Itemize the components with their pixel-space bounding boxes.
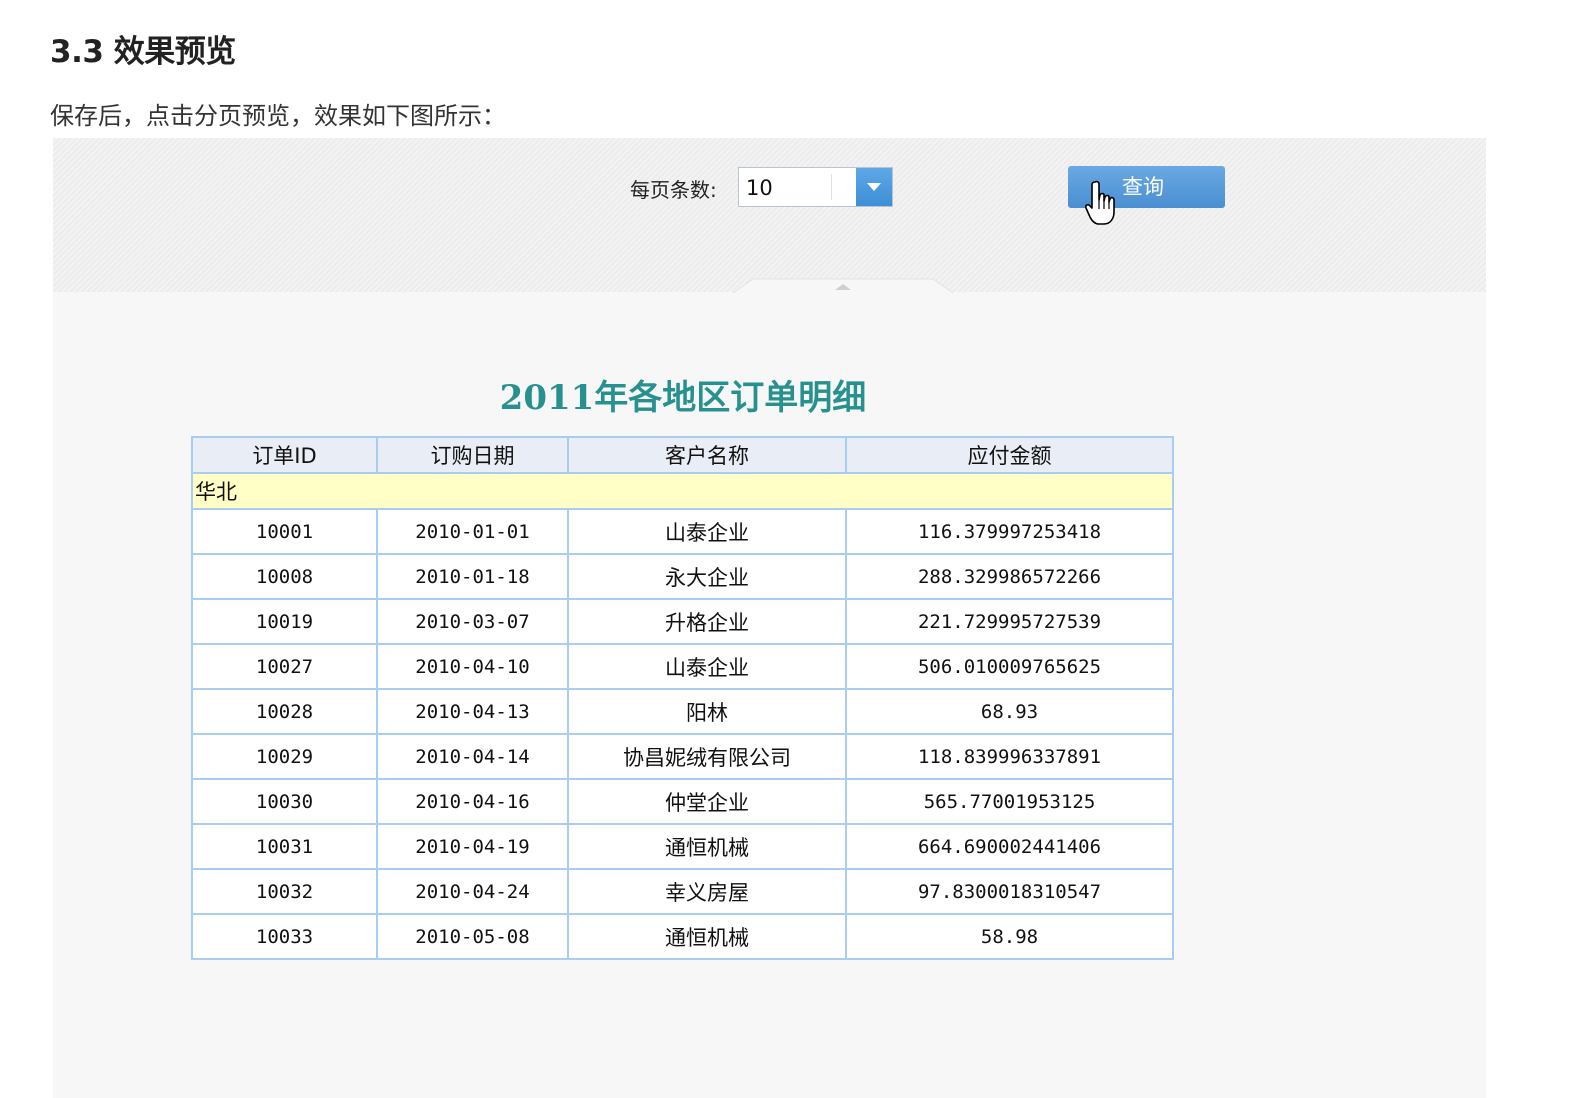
table-cell-date: 2010-04-19 bbox=[376, 823, 569, 870]
table-cell-date: 2010-01-01 bbox=[376, 508, 569, 555]
table-cell-customer: 协昌妮绒有限公司 bbox=[567, 733, 847, 780]
column-header: 客户名称 bbox=[567, 436, 847, 474]
table-row: 10001 2010-01-01 山泰企业 116.379997253418 bbox=[191, 508, 1174, 555]
table-cell-date: 2010-01-18 bbox=[376, 553, 569, 600]
table-cell-id: 10019 bbox=[191, 598, 378, 645]
table-cell-date: 2010-04-10 bbox=[376, 643, 569, 690]
collapse-panel-handle[interactable] bbox=[733, 278, 953, 294]
table-cell-customer: 通恒机械 bbox=[567, 823, 847, 870]
table-cell-id: 10028 bbox=[191, 688, 378, 735]
table-row: 10027 2010-04-10 山泰企业 506.010009765625 bbox=[191, 643, 1174, 690]
table-cell-amount: 565.77001953125 bbox=[845, 778, 1174, 825]
table-cell-customer: 永大企业 bbox=[567, 553, 847, 600]
table-cell-id: 10031 bbox=[191, 823, 378, 870]
table-row: 10019 2010-03-07 升格企业 221.729995727539 bbox=[191, 598, 1174, 645]
table-cell-amount: 116.379997253418 bbox=[845, 508, 1174, 555]
column-header: 订购日期 bbox=[376, 436, 569, 474]
combo-divider bbox=[831, 174, 832, 200]
table-row: 10032 2010-04-24 幸义房屋 97.8300018310547 bbox=[191, 868, 1174, 915]
table-cell-id: 10032 bbox=[191, 868, 378, 915]
report-preview-screenshot: 每页条数: 10 查询 2011年各地区订单明细 订单ID 订购日期 客户名称 bbox=[53, 138, 1486, 1098]
dropdown-arrow-icon[interactable] bbox=[856, 168, 892, 206]
table-cell-amount: 58.98 bbox=[845, 913, 1174, 960]
report-title: 2011年各地区订单明细 bbox=[499, 378, 867, 418]
table-cell-date: 2010-04-14 bbox=[376, 733, 569, 780]
page-size-combobox[interactable]: 10 bbox=[738, 167, 893, 207]
table-cell-customer: 阳林 bbox=[567, 688, 847, 735]
table-cell-id: 10029 bbox=[191, 733, 378, 780]
table-cell-amount: 506.010009765625 bbox=[845, 643, 1174, 690]
table-row: 10028 2010-04-13 阳林 68.93 bbox=[191, 688, 1174, 735]
table-cell-date: 2010-04-16 bbox=[376, 778, 569, 825]
table-cell-date: 2010-05-08 bbox=[376, 913, 569, 960]
table-cell-date: 2010-04-13 bbox=[376, 688, 569, 735]
page-size-value[interactable]: 10 bbox=[746, 176, 773, 200]
table-cell-amount: 97.8300018310547 bbox=[845, 868, 1174, 915]
table-header-row: 订单ID 订购日期 客户名称 应付金额 bbox=[191, 436, 1174, 474]
table-row: 10033 2010-05-08 通恒机械 58.98 bbox=[191, 913, 1174, 960]
query-button-label: 查询 bbox=[1122, 175, 1164, 199]
hand-cursor-icon bbox=[1085, 180, 1115, 225]
parameter-panel: 每页条数: 10 查询 bbox=[53, 138, 1486, 294]
table-row: 10029 2010-04-14 协昌妮绒有限公司 118.839996337891 bbox=[191, 733, 1174, 780]
table-cell-date: 2010-04-24 bbox=[376, 868, 569, 915]
column-header: 应付金额 bbox=[845, 436, 1174, 474]
table-cell-amount: 221.729995727539 bbox=[845, 598, 1174, 645]
table-cell-id: 10030 bbox=[191, 778, 378, 825]
doc-paragraph: 保存后，点击分页预览，效果如下图所示： bbox=[50, 102, 506, 130]
table-cell-id: 10033 bbox=[191, 913, 378, 960]
table-cell-customer: 通恒机械 bbox=[567, 913, 847, 960]
report-table: 订单ID 订购日期 客户名称 应付金额 华北 10001 2010-01-01 山泰… bbox=[191, 436, 1174, 960]
table-cell-customer: 升格企业 bbox=[567, 598, 847, 645]
table-row: 10030 2010-04-16 仲堂企业 565.77001953125 bbox=[191, 778, 1174, 825]
table-cell-id: 10027 bbox=[191, 643, 378, 690]
table-cell-customer: 山泰企业 bbox=[567, 643, 847, 690]
table-cell-id: 10001 bbox=[191, 508, 378, 555]
table-cell-customer: 仲堂企业 bbox=[567, 778, 847, 825]
table-row: 10008 2010-01-18 永大企业 288.329986572266 bbox=[191, 553, 1174, 600]
table-cell-amount: 664.690002441406 bbox=[845, 823, 1174, 870]
group-label: 华北 bbox=[191, 472, 1174, 510]
table-row: 10031 2010-04-19 通恒机械 664.690002441406 bbox=[191, 823, 1174, 870]
table-cell-date: 2010-03-07 bbox=[376, 598, 569, 645]
column-header: 订单ID bbox=[191, 436, 378, 474]
table-cell-amount: 288.329986572266 bbox=[845, 553, 1174, 600]
doc-heading: 3.3 效果预览 bbox=[50, 34, 236, 70]
table-cell-customer: 幸义房屋 bbox=[567, 868, 847, 915]
table-cell-id: 10008 bbox=[191, 553, 378, 600]
table-cell-amount: 68.93 bbox=[845, 688, 1174, 735]
table-cell-customer: 山泰企业 bbox=[567, 508, 847, 555]
table-cell-amount: 118.839996337891 bbox=[845, 733, 1174, 780]
page-size-label: 每页条数: bbox=[630, 178, 717, 202]
group-row: 华北 bbox=[191, 472, 1174, 510]
